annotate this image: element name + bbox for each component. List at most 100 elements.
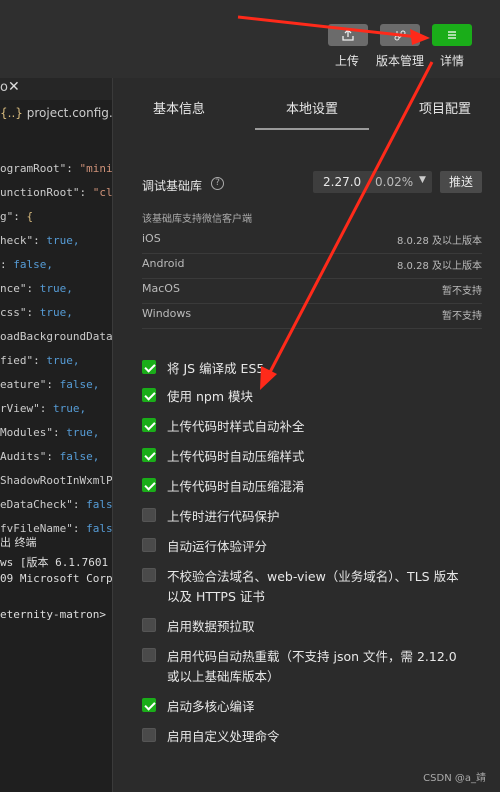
code-key: nce": (0, 282, 34, 295)
base-library-row: 调试基础库 ? 2.27.0 0.02% ▼ 推送 (142, 171, 482, 198)
option-label: 启用代码自动热重载（不支持 json 文件，需 2.12.0 或以上基础库版本） (167, 649, 457, 684)
code-key: ShadowRootInWxmlP (0, 474, 113, 487)
base-library-label: 调试基础库 (142, 179, 203, 193)
option-checkbox[interactable] (142, 648, 156, 662)
details-panel: 基本信息 本地设置 项目配置 调试基础库 ? 2.27.0 0.02% ▼ 推送… (113, 78, 500, 792)
support-row: iOS 8.0.28 及以上版本 (142, 228, 482, 254)
upload-label: 上传 (335, 54, 360, 68)
watermark: CSDN @a_靖 (423, 773, 486, 784)
code-line: rView": true, (0, 402, 86, 415)
option-label: 上传代码时自动压缩样式 (167, 449, 305, 464)
option-checkbox[interactable] (142, 508, 156, 522)
upload-button[interactable] (328, 24, 368, 46)
option-checkbox[interactable] (142, 728, 156, 742)
top-toolbar: 上传 版本管理 详情 (0, 0, 500, 78)
editor-tabbar: o ✕ (0, 78, 112, 100)
option-checkbox[interactable] (142, 478, 156, 492)
code-value: "mini (72, 162, 113, 175)
option-checkbox[interactable] (142, 618, 156, 632)
lib-percent: 0.02% (375, 175, 414, 189)
code-key: rView": (0, 402, 47, 415)
version-button[interactable] (380, 24, 420, 46)
code-line: g": { (0, 210, 33, 223)
option-label: 上传代码时样式自动补全 (167, 419, 305, 434)
option-checkbox[interactable] (142, 388, 156, 402)
option-label: 上传时进行代码保护 (167, 509, 280, 524)
code-key: Modules": (0, 426, 60, 439)
details-label: 详情 (440, 54, 465, 68)
details-button[interactable] (432, 24, 472, 46)
file-tab[interactable]: {..} project.config.json (0, 106, 113, 120)
version-label: 版本管理 (376, 54, 425, 68)
code-key: heck": (0, 234, 40, 247)
option-label: 自动运行体验评分 (167, 539, 268, 554)
code-key: oadBackgroundData (0, 330, 113, 343)
option-label: 启用自定义处理命令 (167, 729, 280, 744)
support-version: 8.0.28 及以上版本 (397, 261, 482, 272)
code-value: true, (39, 354, 80, 367)
code-line: : false, (0, 258, 53, 271)
code-key: eDataCheck": (0, 498, 80, 511)
code-line: ShadowRootInWxmlP (0, 474, 113, 487)
code-value: true, (33, 306, 73, 319)
code-line: oadBackgroundData (0, 330, 113, 343)
upload-icon (342, 29, 354, 41)
support-version: 8.0.28 及以上版本 (397, 236, 482, 247)
option-checkbox[interactable] (142, 360, 156, 374)
code-value: false, (52, 450, 100, 463)
code-line: nce": true, (0, 282, 73, 295)
tab-dot-icon: o (0, 80, 8, 95)
code-value: { (19, 210, 34, 223)
support-row: Windows 暂不支持 (142, 303, 482, 329)
option-checkbox[interactable] (142, 538, 156, 552)
code-value: true, (39, 234, 80, 247)
option-checkbox[interactable] (142, 448, 156, 462)
terminal-tabs[interactable]: 出 终端 (0, 534, 37, 550)
code-line: heck": true, (0, 234, 80, 247)
editor-pane: o ✕ {..} project.config.json ogramRoot":… (0, 78, 113, 792)
support-platform: iOS (142, 232, 161, 245)
code-value: true, (59, 426, 100, 439)
code-line: eDataCheck": fals (0, 498, 113, 511)
help-icon[interactable]: ? (211, 177, 224, 190)
json-file-icon: {..} (0, 106, 23, 120)
panel-tabs: 基本信息 本地设置 项目配置 (113, 78, 500, 130)
tab-basic-info[interactable]: 基本信息 (153, 98, 205, 117)
option-checkbox[interactable] (142, 418, 156, 432)
terminal-line: 09 Microsoft Corp (0, 572, 113, 585)
support-version: 暂不支持 (442, 311, 482, 322)
menu-icon (448, 31, 456, 39)
option-checkbox[interactable] (142, 698, 156, 712)
chevron-down-icon: ▼ (419, 175, 426, 185)
option-checkbox[interactable] (142, 568, 156, 582)
code-key: unctionRoot": (0, 186, 87, 199)
code-value: true, (46, 402, 87, 415)
base-library-select[interactable]: 2.27.0 0.02% ▼ (313, 171, 432, 193)
close-icon[interactable]: ✕ (8, 79, 20, 95)
tab-local-settings[interactable]: 本地设置 (286, 98, 338, 117)
support-platform: Windows (142, 307, 192, 320)
tab-project-config[interactable]: 项目配置 (419, 98, 471, 117)
code-key: ogramRoot": (0, 162, 73, 175)
code-key: g": (0, 210, 20, 223)
code-key: fied": (0, 354, 40, 367)
code-line: fied": true, (0, 354, 80, 367)
support-row: Android 8.0.28 及以上版本 (142, 253, 482, 279)
code-value: fals (79, 498, 113, 511)
code-value: fals (79, 522, 113, 535)
file-tab-label: project.config.json (26, 106, 113, 120)
terminal-line: ws [版本 6.1.7601 (0, 556, 109, 569)
support-version: 暂不支持 (442, 286, 482, 297)
code-value: false, (6, 258, 53, 271)
support-row: MacOS 暂不支持 (142, 278, 482, 304)
active-tab-indicator (255, 128, 369, 130)
support-platform: Android (142, 257, 185, 270)
code-value: "cl (86, 186, 113, 199)
code-value: true, (33, 282, 73, 295)
code-line: unctionRoot": "cl (0, 186, 113, 199)
code-key: css": (0, 306, 34, 319)
code-value: false, (52, 378, 100, 391)
code-key: Audits": (0, 450, 53, 463)
code-key: eature": (0, 378, 53, 391)
push-button[interactable]: 推送 (440, 171, 482, 193)
